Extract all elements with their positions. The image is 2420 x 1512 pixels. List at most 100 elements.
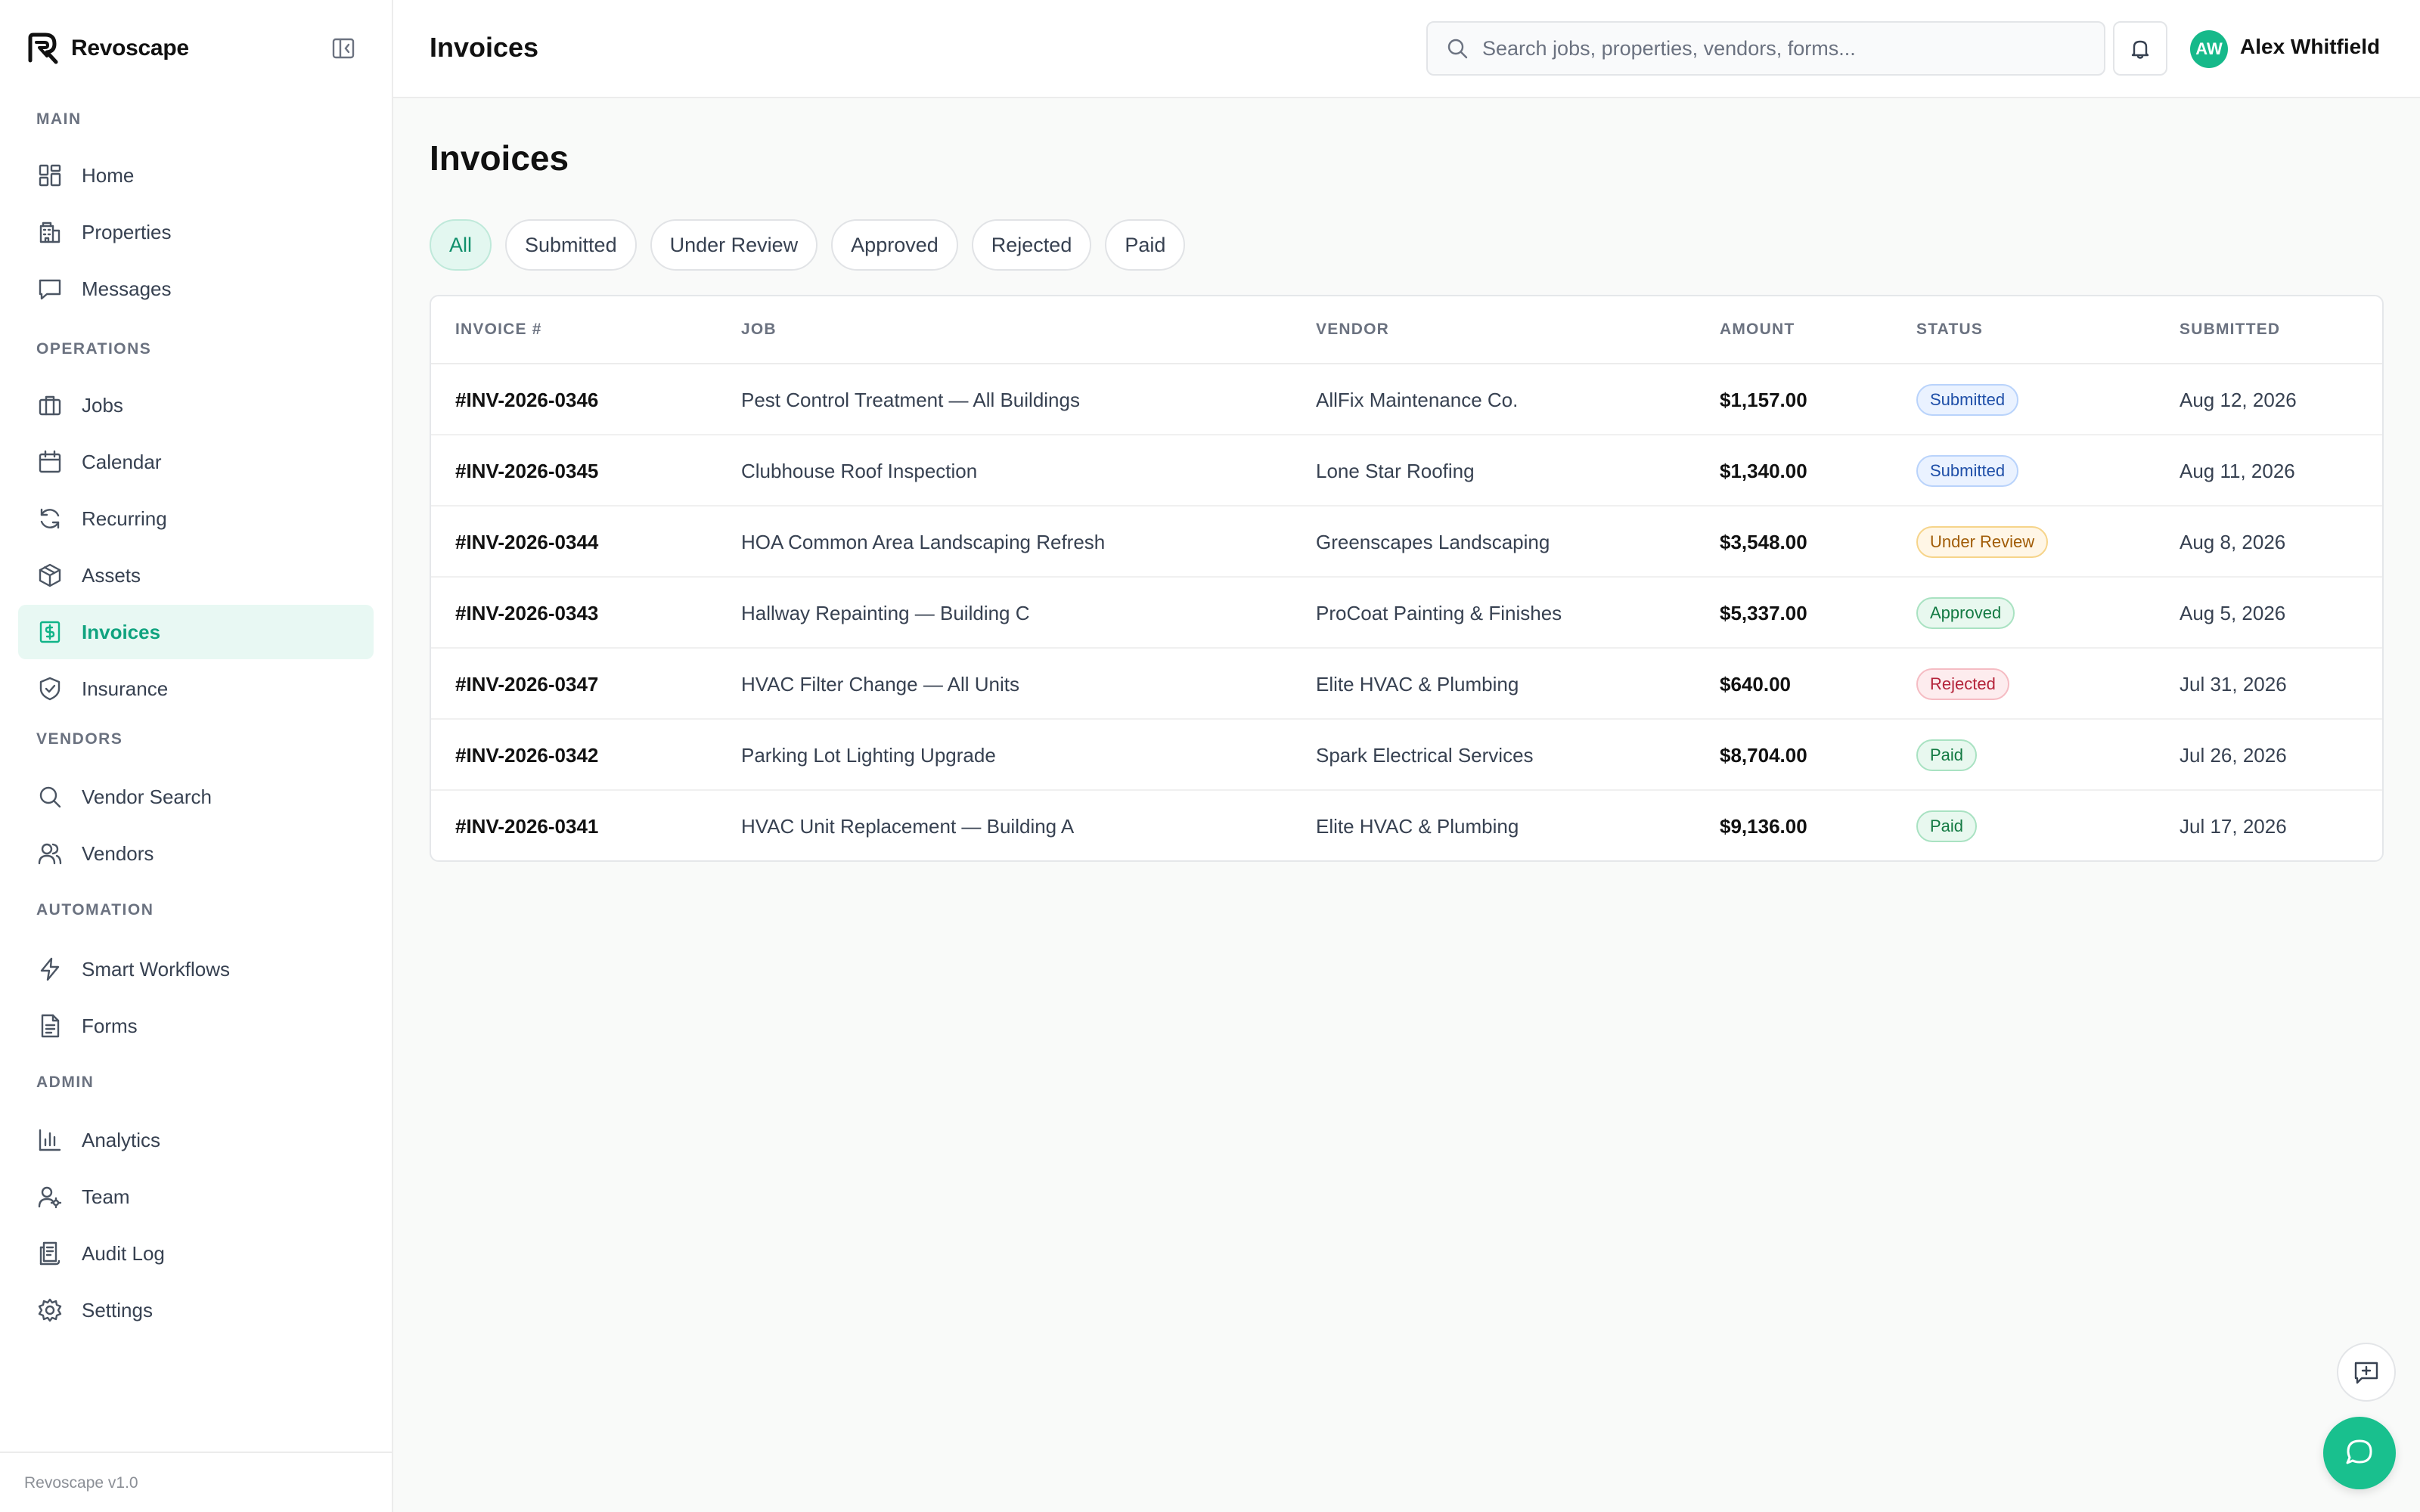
dashboard-icon xyxy=(39,164,61,187)
invoice-number[interactable]: #INV-2026-0342 xyxy=(455,744,598,767)
page-title: Invoices xyxy=(430,138,569,178)
sidebar-item-assets[interactable]: Assets xyxy=(18,548,374,603)
briefcase-icon xyxy=(39,395,61,416)
nav-section-title: MAIN xyxy=(36,110,82,128)
submitted-date: Aug 8, 2026 xyxy=(2180,531,2286,553)
job-name: HOA Common Area Landscaping Refresh xyxy=(741,531,1106,553)
sidebar-item-label: Analytics xyxy=(82,1128,161,1151)
sidebar: Revoscape MAIN Home Properties Messages … xyxy=(0,0,393,1512)
tab-paid[interactable]: Paid xyxy=(1105,219,1186,271)
chat-button[interactable] xyxy=(2323,1417,2396,1489)
invoice-number[interactable]: #INV-2026-0344 xyxy=(455,531,598,554)
column-header-amount[interactable]: AMOUNT xyxy=(1720,321,1795,339)
sidebar-item-settings[interactable]: Settings xyxy=(18,1283,374,1337)
nav-section-title: ADMIN xyxy=(36,1074,95,1091)
users-icon xyxy=(38,843,62,865)
feedback-button[interactable] xyxy=(2337,1343,2396,1402)
app-version: Revoscape v1.0 xyxy=(24,1474,138,1492)
search-input[interactable] xyxy=(1482,36,2072,60)
team-icon xyxy=(38,1186,62,1209)
sidebar-item-label: Invoices xyxy=(82,620,161,643)
sidebar-item-label: Smart Workflows xyxy=(82,957,230,981)
user-avatar[interactable]: AW xyxy=(2190,30,2228,68)
bell-icon xyxy=(2131,40,2149,59)
tab-approved[interactable]: Approved xyxy=(831,219,958,271)
column-header-vendor[interactable]: VENDOR xyxy=(1316,321,1389,339)
invoice-amount: $9,136.00 xyxy=(1720,815,1807,838)
sidebar-item-label: Audit Log xyxy=(82,1241,165,1265)
table-row[interactable]: #INV-2026-0344 HOA Common Area Landscapi… xyxy=(431,507,2382,578)
table-row[interactable]: #INV-2026-0342 Parking Lot Lighting Upgr… xyxy=(431,720,2382,791)
sidebar-item-invoices[interactable]: Invoices xyxy=(18,605,374,659)
invoice-number[interactable]: #INV-2026-0341 xyxy=(455,815,598,838)
status-badge: Paid xyxy=(1916,739,1978,771)
vendor-name: ProCoat Painting & Finishes xyxy=(1316,602,1562,624)
invoice-amount: $5,337.00 xyxy=(1720,602,1807,624)
revoscape-logo-icon xyxy=(28,33,58,64)
job-name: HVAC Filter Change — All Units xyxy=(741,673,1019,696)
sidebar-item-calendar[interactable]: Calendar xyxy=(18,435,374,489)
vendor-name: Elite HVAC & Plumbing xyxy=(1316,673,1519,696)
sidebar-item-label: Insurance xyxy=(82,677,169,700)
message-plus-icon xyxy=(2354,1362,2378,1384)
sidebar-item-home[interactable]: Home xyxy=(18,148,374,203)
invoice-amount: $8,704.00 xyxy=(1720,744,1807,767)
sidebar-item-forms[interactable]: Forms xyxy=(18,999,374,1053)
sidebar-item-audit-log[interactable]: Audit Log xyxy=(18,1226,374,1281)
invoice-number[interactable]: #INV-2026-0347 xyxy=(455,673,598,696)
invoice-amount: $1,340.00 xyxy=(1720,460,1807,482)
column-header-job[interactable]: JOB xyxy=(741,321,777,339)
tab-all[interactable]: All xyxy=(430,219,492,271)
column-header-submitted[interactable]: SUBMITTED xyxy=(2180,321,2280,339)
status-filter-tabs: All Submitted Under Review Approved Rejected… xyxy=(430,219,1199,271)
table-row[interactable]: #INV-2026-0346 Pest Control Treatment — … xyxy=(431,364,2382,435)
table-row[interactable]: #INV-2026-0341 HVAC Unit Replacement — B… xyxy=(431,791,2382,860)
sidebar-item-vendor-search[interactable]: Vendor Search xyxy=(18,770,374,824)
job-name: Pest Control Treatment — All Buildings xyxy=(741,389,1080,411)
topbar-title: Invoices xyxy=(430,32,539,63)
sidebar-item-properties[interactable]: Properties xyxy=(18,205,374,259)
sidebar-item-analytics[interactable]: Analytics xyxy=(18,1113,374,1167)
invoice-number[interactable]: #INV-2026-0343 xyxy=(455,602,598,625)
sidebar-item-label: Messages xyxy=(82,277,172,300)
sidebar-item-label: Vendor Search xyxy=(82,785,213,808)
calendar-icon xyxy=(39,450,61,473)
audit-log-icon xyxy=(39,1241,60,1266)
column-header-invoice-number[interactable]: INVOICE # xyxy=(455,321,542,339)
nav-section-title: OPERATIONS xyxy=(36,340,152,358)
vendor-name: Greenscapes Landscaping xyxy=(1316,531,1550,553)
table-row[interactable]: #INV-2026-0347 HVAC Filter Change — All … xyxy=(431,649,2382,720)
submitted-date: Aug 11, 2026 xyxy=(2180,460,2295,482)
invoice-amount: $1,157.00 xyxy=(1720,389,1807,411)
tab-submitted[interactable]: Submitted xyxy=(505,219,637,271)
sidebar-collapse-icon[interactable] xyxy=(330,35,357,62)
chat-bubble-icon xyxy=(2346,1439,2372,1464)
invoice-number[interactable]: #INV-2026-0346 xyxy=(455,389,598,412)
brand[interactable]: Revoscape xyxy=(24,30,189,67)
table-row[interactable]: #INV-2026-0345 Clubhouse Roof Inspection… xyxy=(431,435,2382,507)
invoice-number[interactable]: #INV-2026-0345 xyxy=(455,460,598,483)
sidebar-item-label: Forms xyxy=(82,1014,138,1037)
status-badge: Paid xyxy=(1916,810,1978,842)
tab-rejected[interactable]: Rejected xyxy=(971,219,1092,271)
sidebar-item-label: Vendors xyxy=(82,841,154,865)
sidebar-item-label: Jobs xyxy=(82,393,123,417)
sidebar-item-vendors[interactable]: Vendors xyxy=(18,826,374,881)
tab-under-review[interactable]: Under Review xyxy=(650,219,818,271)
table-row[interactable]: #INV-2026-0343 Hallway Repainting — Buil… xyxy=(431,578,2382,649)
sidebar-item-smart-workflows[interactable]: Smart Workflows xyxy=(18,942,374,996)
status-badge: Submitted xyxy=(1916,384,2019,416)
sidebar-item-insurance[interactable]: Insurance xyxy=(18,662,374,716)
user-name[interactable]: Alex Whitfield xyxy=(2240,35,2380,59)
job-name: Hallway Repainting — Building C xyxy=(741,602,1030,624)
invoice-amount: $640.00 xyxy=(1720,673,1791,696)
submitted-date: Jul 26, 2026 xyxy=(2180,744,2287,767)
sidebar-item-team[interactable]: Team xyxy=(18,1170,374,1224)
sidebar-item-jobs[interactable]: Jobs xyxy=(18,378,374,432)
sidebar-item-recurring[interactable]: Recurring xyxy=(18,491,374,546)
column-header-status[interactable]: STATUS xyxy=(1916,321,1983,339)
sidebar-item-messages[interactable]: Messages xyxy=(18,262,374,316)
search-icon xyxy=(39,786,61,808)
search-box[interactable] xyxy=(1426,21,2105,76)
notifications-button[interactable] xyxy=(2113,21,2167,76)
